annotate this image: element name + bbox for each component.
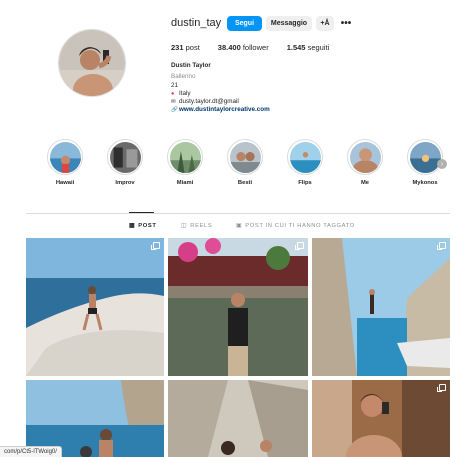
- highlight-cover: [407, 139, 443, 175]
- tab-reels[interactable]: ◫ REELS: [181, 222, 213, 230]
- profile-location-text: Italy: [179, 89, 191, 97]
- carousel-icon: [151, 242, 160, 250]
- tagged-icon: ▣: [236, 223, 243, 229]
- highlight-label: Hawaii: [55, 180, 75, 186]
- highlight-label: Besti: [237, 180, 253, 186]
- more-options-icon[interactable]: •••: [340, 17, 352, 29]
- posts-count: 231 post: [171, 43, 200, 52]
- highlight-cover: [227, 139, 263, 175]
- highlight-cover: [47, 139, 83, 175]
- highlight-label: Flips: [298, 180, 312, 186]
- highlight-improv[interactable]: Improv: [105, 139, 145, 186]
- followers-count-label: follower: [242, 43, 269, 52]
- highlight-hawaii[interactable]: Hawaii: [45, 139, 85, 186]
- tabs-divider: [26, 213, 450, 214]
- highlights-next-chevron-icon[interactable]: ›: [437, 159, 447, 169]
- profile-avatar[interactable]: [58, 29, 126, 97]
- highlight-cover: [347, 139, 383, 175]
- following-count-value: 1.545: [286, 43, 306, 52]
- followers-count-value: 38.400: [217, 43, 241, 52]
- post-thumbnail[interactable]: [168, 238, 308, 376]
- reels-icon: ◫: [181, 223, 188, 229]
- status-bar-url: com/p/Ct5-lTWoig0/: [0, 446, 62, 457]
- carousel-icon: [437, 384, 446, 392]
- highlight-besti[interactable]: Besti: [225, 139, 265, 186]
- following-count-label: seguiti: [307, 43, 330, 52]
- profile-email-text: dusty.taylor.dt@gmail: [179, 98, 239, 106]
- highlight-label: Improv: [115, 180, 135, 186]
- tab-tagged-label: POST IN CUI TI HANNO TAGGATO: [245, 222, 355, 229]
- highlight-cover: [287, 139, 323, 175]
- profile-website[interactable]: 🔗www.dustintaylorcreative.com: [171, 106, 270, 114]
- tab-posts-label: POST: [138, 222, 157, 229]
- profile-username: dustin_tay: [171, 17, 222, 29]
- post-thumbnail[interactable]: [168, 380, 308, 457]
- follow-button[interactable]: Segui: [227, 16, 262, 31]
- post-thumbnail[interactable]: [312, 380, 450, 457]
- highlight-cover: [167, 139, 203, 175]
- message-button[interactable]: Messaggio: [266, 16, 312, 31]
- following-count[interactable]: 1.545 seguiti: [287, 43, 330, 52]
- grid-icon: ▦: [129, 223, 136, 229]
- pin-icon: ●: [171, 90, 175, 97]
- highlight-label: Me: [360, 180, 370, 186]
- highlight-label: Miami: [176, 180, 194, 186]
- carousel-icon: [295, 242, 304, 250]
- profile-category: Ballerino: [171, 73, 196, 81]
- posts-count-label: post: [185, 43, 200, 52]
- profile-age: 21: [171, 81, 179, 89]
- post-thumbnail[interactable]: [26, 238, 164, 376]
- profile-location: ● Italy: [171, 90, 270, 98]
- tab-reels-label: REELS: [190, 222, 213, 229]
- highlight-label: Mykonos: [412, 180, 438, 186]
- story-highlights: Hawaii Improv Miami Besti Flips Me Mykon…: [45, 139, 455, 191]
- profile-bio: Dustin Taylor Ballerino 21 ● Italy ✉ dusty…: [171, 62, 270, 115]
- highlight-miami[interactable]: Miami: [165, 139, 205, 186]
- link-icon: 🔗: [171, 107, 178, 114]
- suggest-accounts-button[interactable]: +Å: [316, 16, 334, 31]
- add-person-icon: +Å: [320, 20, 330, 27]
- profile-stats: 231 post 38.400 follower 1.545 seguiti: [171, 43, 329, 52]
- tab-tagged[interactable]: ▣ POST IN CUI TI HANNO TAGGATO: [236, 222, 355, 230]
- highlight-flips[interactable]: Flips: [285, 139, 325, 186]
- carousel-icon: [437, 242, 446, 250]
- profile-website-link[interactable]: www.dustintaylorcreative.com: [179, 106, 270, 113]
- mail-icon: ✉: [171, 99, 176, 106]
- highlight-me[interactable]: Me: [345, 139, 385, 186]
- active-tab-indicator: [129, 212, 154, 213]
- tab-posts[interactable]: ▦ POST: [129, 222, 157, 230]
- post-thumbnail[interactable]: [312, 238, 450, 376]
- profile-full-name: Dustin Taylor: [171, 62, 211, 69]
- posts-count-value: 231: [171, 43, 184, 52]
- followers-count[interactable]: 38.400 follower: [218, 43, 269, 52]
- highlight-cover: [107, 139, 143, 175]
